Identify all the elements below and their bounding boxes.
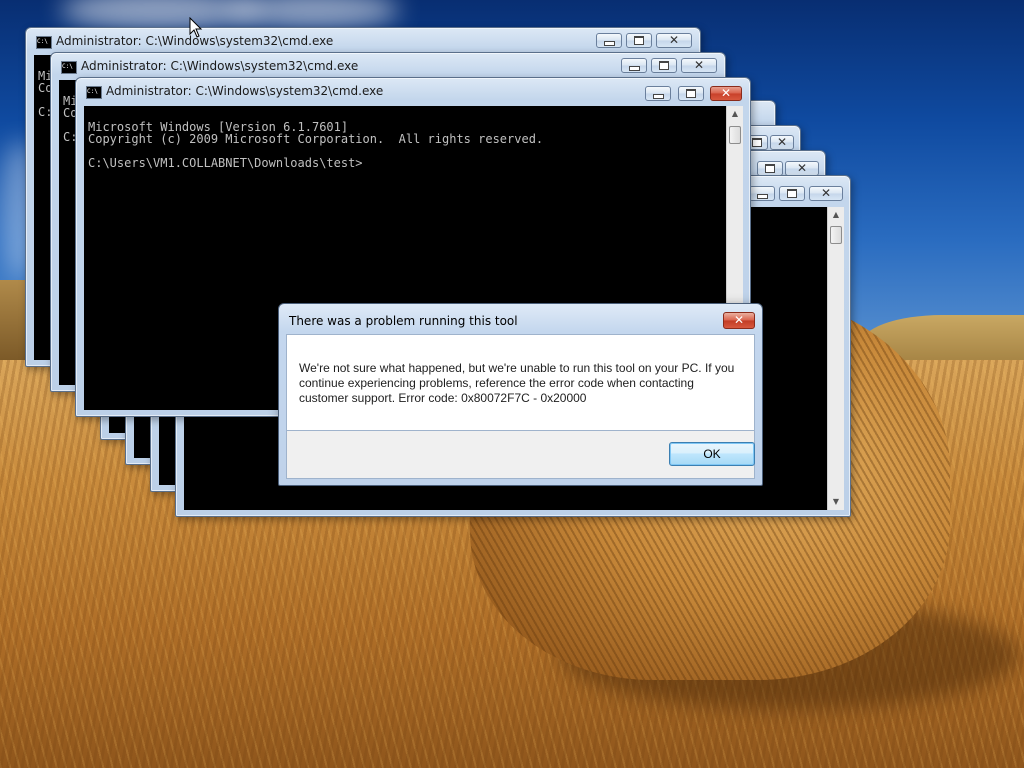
dialog-close-button[interactable]: ✕ xyxy=(723,312,755,329)
cmd-app-icon: C:\ xyxy=(61,61,77,74)
dialog-message: We're not sure what happened, but we're … xyxy=(299,361,735,405)
close-icon: ✕ xyxy=(733,313,745,327)
close-button[interactable]: ✕ xyxy=(770,135,794,150)
close-icon: ✕ xyxy=(693,58,705,72)
minimize-icon xyxy=(652,94,664,99)
minimize-button[interactable] xyxy=(749,186,775,201)
close-button[interactable]: ✕ xyxy=(656,33,692,48)
scroll-down-icon[interactable]: ▼ xyxy=(828,494,844,510)
maximize-icon xyxy=(787,189,797,198)
cmd-app-icon: C:\ xyxy=(86,86,102,99)
title-bar[interactable]: C:\ Administrator: C:\Windows\system32\c… xyxy=(26,28,700,54)
maximize-icon xyxy=(686,89,696,98)
maximize-icon xyxy=(752,138,762,147)
close-icon: ✕ xyxy=(820,186,832,200)
dialog-message-area: We're not sure what happened, but we're … xyxy=(286,334,755,431)
minimize-icon xyxy=(756,194,768,199)
title-bar[interactable]: C:\ Administrator: C:\Windows\system32\c… xyxy=(76,78,750,104)
close-button[interactable]: ✕ xyxy=(681,58,717,73)
error-dialog[interactable]: There was a problem running this tool ✕ … xyxy=(278,303,763,486)
maximize-button[interactable] xyxy=(757,161,783,176)
close-button[interactable]: ✕ xyxy=(710,86,742,101)
vertical-scrollbar[interactable]: ▲ ▼ xyxy=(827,207,844,510)
cloud xyxy=(230,0,400,28)
dialog-footer: OK xyxy=(286,431,755,479)
maximize-icon xyxy=(659,61,669,70)
cmd-app-icon: C:\ xyxy=(36,36,52,49)
close-button[interactable]: ✕ xyxy=(809,186,843,201)
mouse-cursor-icon xyxy=(189,17,203,38)
close-icon: ✕ xyxy=(668,33,680,47)
minimize-button[interactable] xyxy=(645,86,671,101)
close-button[interactable]: ✕ xyxy=(785,161,819,176)
minimize-icon xyxy=(603,41,615,46)
window-title: Administrator: C:\Windows\system32\cmd.e… xyxy=(81,59,359,73)
title-bar[interactable]: C:\ Administrator: C:\Windows\system32\c… xyxy=(51,53,725,79)
close-icon: ✕ xyxy=(796,161,808,175)
scroll-thumb[interactable] xyxy=(729,126,741,144)
maximize-icon xyxy=(765,164,775,173)
maximize-button[interactable] xyxy=(651,58,677,73)
window-title: Administrator: C:\Windows\system32\cmd.e… xyxy=(106,84,384,98)
ok-button[interactable]: OK xyxy=(669,442,755,466)
dialog-title: There was a problem running this tool xyxy=(289,314,518,328)
minimize-icon xyxy=(628,66,640,71)
scroll-up-icon[interactable]: ▲ xyxy=(727,106,743,122)
maximize-button[interactable] xyxy=(678,86,704,101)
close-icon: ✕ xyxy=(720,86,732,100)
maximize-button[interactable] xyxy=(626,33,652,48)
maximize-icon xyxy=(634,36,644,45)
minimize-button[interactable] xyxy=(621,58,647,73)
maximize-button[interactable] xyxy=(779,186,805,201)
minimize-button[interactable] xyxy=(596,33,622,48)
scroll-up-icon[interactable]: ▲ xyxy=(828,207,844,223)
cloud xyxy=(60,0,260,30)
console-line: Copyright (c) 2009 Microsoft Corporation… xyxy=(88,132,544,146)
scroll-thumb[interactable] xyxy=(830,226,842,244)
console-line: C:\Users\VM1.COLLABNET\Downloads\test> xyxy=(88,156,363,170)
close-icon: ✕ xyxy=(776,135,788,149)
